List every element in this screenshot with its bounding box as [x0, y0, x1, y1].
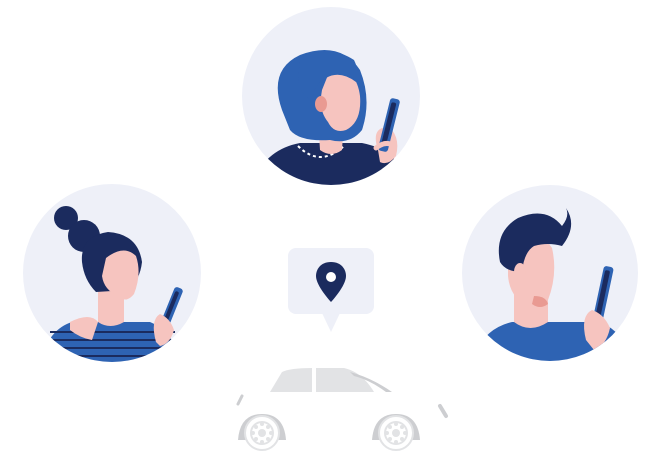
avatar-woman-top [242, 7, 420, 185]
car-wheel-front [244, 415, 280, 451]
avatar-man-right [462, 185, 638, 361]
rideshare-illustration [0, 0, 645, 454]
car-wheel-rear [378, 415, 414, 451]
avatar-woman-left [23, 184, 201, 362]
car-icon [236, 366, 448, 451]
illustration-canvas [23, 7, 638, 451]
map-pin-bubble [288, 248, 374, 332]
shirt [470, 322, 636, 361]
